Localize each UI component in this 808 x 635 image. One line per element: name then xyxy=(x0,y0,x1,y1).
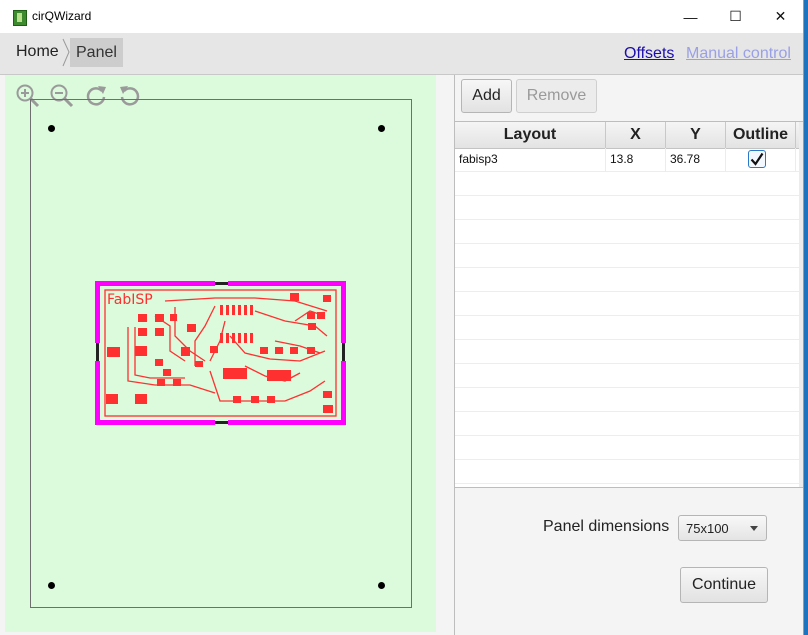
chevron-right-icon xyxy=(62,38,70,67)
close-button[interactable]: ✕ xyxy=(758,0,803,33)
close-icon: ✕ xyxy=(774,8,787,24)
app-icon xyxy=(13,10,27,26)
panel-dimensions-label: Panel dimensions xyxy=(543,518,670,535)
breadcrumb-bar: Home Panel Offsets Manual control xyxy=(0,33,803,75)
breadcrumb-home[interactable]: Home xyxy=(8,36,69,67)
checkmark-icon xyxy=(750,152,764,166)
minimize-button[interactable]: — xyxy=(668,0,713,33)
column-header-x[interactable]: X xyxy=(606,122,666,148)
table-row xyxy=(455,388,803,412)
manual-control-link[interactable]: Manual control xyxy=(686,45,791,63)
pcb-label: FabISP xyxy=(107,292,153,308)
cell-layout: fabisp3 xyxy=(455,148,606,172)
table-row xyxy=(455,196,803,220)
add-button[interactable]: Add xyxy=(461,79,512,113)
fiducial-marker xyxy=(378,582,385,589)
fiducial-marker xyxy=(48,582,55,589)
panel-dimensions-value: 75x100 xyxy=(686,521,729,536)
table-row xyxy=(455,364,803,388)
table-row xyxy=(455,460,803,484)
continue-button[interactable]: Continue xyxy=(680,567,768,603)
table-row xyxy=(455,436,803,460)
remove-button[interactable]: Remove xyxy=(516,79,597,113)
cell-x: 13.8 xyxy=(606,148,666,172)
table-row xyxy=(455,244,803,268)
cell-outline xyxy=(726,148,796,172)
panel-canvas[interactable]: FabISP xyxy=(5,75,436,632)
table-row xyxy=(455,316,803,340)
chevron-down-icon xyxy=(750,526,758,531)
table-scrollbar[interactable] xyxy=(799,122,803,487)
app-window: cirQWizard — ☐ ✕ Home Panel Offsets Manu… xyxy=(0,0,804,635)
minimize-icon: — xyxy=(683,8,698,25)
title-bar: cirQWizard — ☐ ✕ xyxy=(0,0,803,33)
table-header: Layout X Y Outline xyxy=(455,122,803,149)
offsets-link[interactable]: Offsets xyxy=(624,45,674,63)
window-title: cirQWizard xyxy=(32,9,92,23)
table-row xyxy=(455,268,803,292)
maximize-button[interactable]: ☐ xyxy=(713,0,758,33)
panel-dimensions-select[interactable]: 75x100 xyxy=(678,515,767,541)
outline-checkbox[interactable] xyxy=(748,150,766,168)
layout-table: Layout X Y Outline fabisp3 13.8 36.78 xyxy=(455,121,803,488)
layout-panel: Add Remove Layout X Y Outline fabisp3 13… xyxy=(454,75,803,635)
fiducial-marker xyxy=(378,125,385,132)
cell-y: 36.78 xyxy=(666,148,726,172)
breadcrumb-panel[interactable]: Panel xyxy=(70,38,123,67)
table-row xyxy=(455,172,803,196)
table-row xyxy=(455,340,803,364)
column-header-outline[interactable]: Outline xyxy=(726,122,796,148)
table-row xyxy=(455,220,803,244)
column-header-layout[interactable]: Layout xyxy=(455,122,606,148)
column-header-y[interactable]: Y xyxy=(666,122,726,148)
table-row xyxy=(455,292,803,316)
pcb-layout[interactable]: FabISP xyxy=(95,281,348,427)
maximize-icon: ☐ xyxy=(729,8,742,24)
table-row xyxy=(455,412,803,436)
fiducial-marker xyxy=(48,125,55,132)
table-row[interactable]: fabisp3 13.8 36.78 xyxy=(455,148,803,172)
